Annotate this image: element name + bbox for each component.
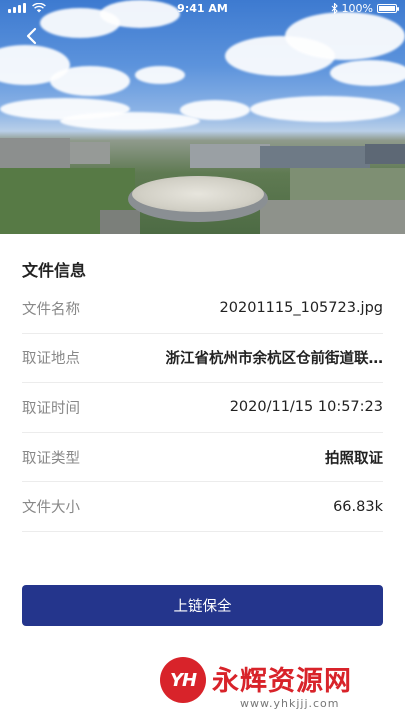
battery-icon (377, 4, 399, 13)
save-to-chain-button[interactable]: 上链保全 (22, 585, 383, 626)
watermark-title: 永辉资源网 (212, 666, 352, 697)
cloud (250, 96, 400, 122)
cloud (60, 112, 200, 130)
watermark: YH 永辉资源网 www.yhkjjj.com (160, 655, 390, 715)
buildings (190, 144, 270, 168)
row-value: 浙江省杭州市余杭区仓前街道联… (165, 351, 384, 368)
cloud (330, 60, 405, 86)
cloud (135, 66, 185, 84)
hero-photo (0, 0, 405, 234)
buildings (70, 142, 110, 164)
back-button[interactable] (20, 24, 44, 48)
row-label: 取证地点 (22, 351, 80, 368)
row-label: 取证类型 (22, 450, 80, 467)
watermark-logo: YH (160, 657, 206, 703)
buildings (260, 146, 370, 168)
info-row-file-name: 文件名称 20201115_105723.jpg (22, 284, 383, 334)
row-value: 66.83k (333, 498, 383, 515)
cloud (50, 66, 130, 96)
cloud (285, 12, 405, 60)
info-row-location: 取证地点 浙江省杭州市余杭区仓前街道联… (22, 334, 383, 384)
info-row-type: 取证类型 拍照取证 (22, 433, 383, 483)
row-label: 文件名称 (22, 301, 80, 318)
row-value: 拍照取证 (325, 450, 383, 467)
row-value: 20201115_105723.jpg (219, 300, 383, 317)
battery-fill (379, 6, 395, 11)
row-value: 2020/11/15 10:57:23 (229, 399, 383, 416)
buildings (0, 138, 70, 172)
watermark-url: www.yhkjjj.com (240, 697, 340, 710)
info-row-size: 文件大小 66.83k (22, 482, 383, 532)
info-row-time: 取证时间 2020/11/15 10:57:23 (22, 383, 383, 433)
info-list: 文件名称 20201115_105723.jpg 取证地点 浙江省杭州市余杭区仓… (22, 284, 383, 532)
buildings (365, 144, 405, 164)
road (100, 210, 140, 234)
file-info-section: 文件信息 文件名称 20201115_105723.jpg 取证地点 浙江省杭州… (22, 234, 383, 532)
status-bar: 9:41 AM 100% (0, 0, 405, 18)
chevron-left-icon (26, 27, 37, 45)
row-label: 取证时间 (22, 400, 80, 417)
stadium-roof (132, 176, 264, 212)
road (260, 200, 405, 234)
row-label: 文件大小 (22, 500, 80, 517)
battery-percent: 100% (341, 2, 373, 15)
section-title: 文件信息 (22, 261, 87, 280)
bluetooth-icon (331, 3, 338, 14)
status-right: 100% (331, 2, 399, 15)
